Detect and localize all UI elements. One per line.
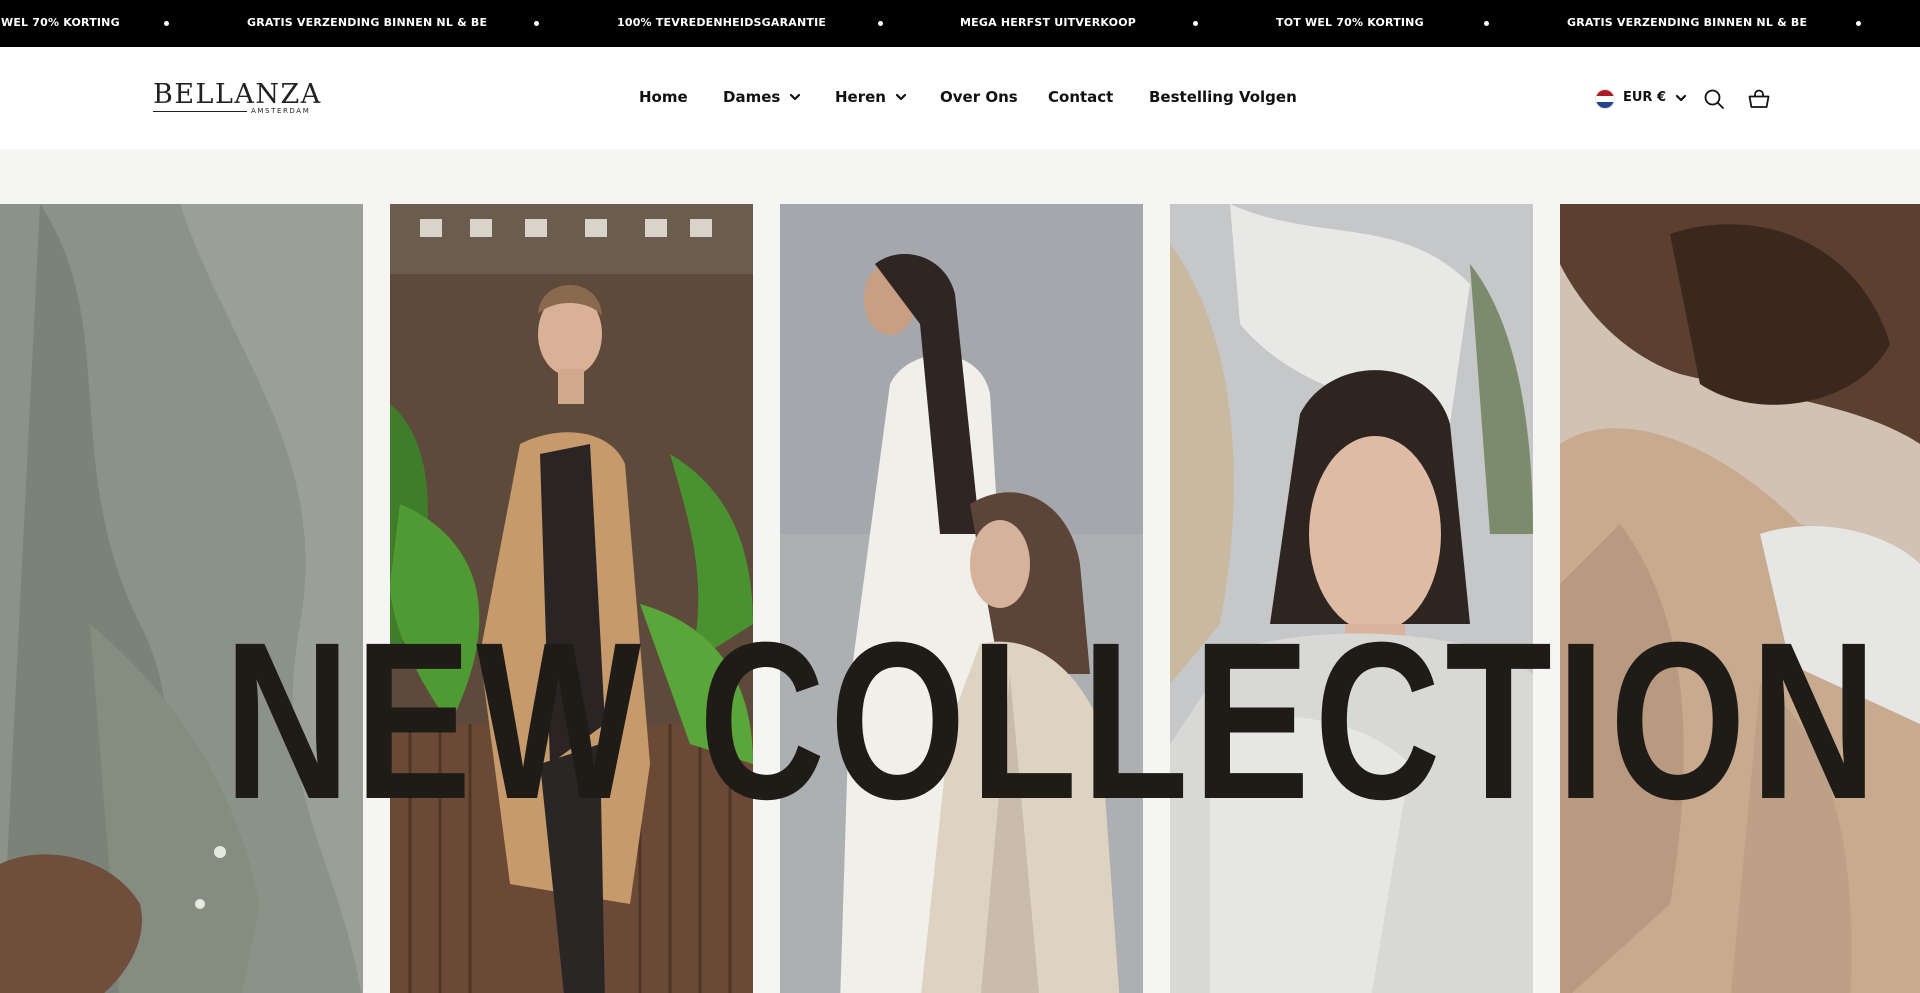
nav-item-over-ons[interactable]: Over Ons	[940, 88, 1018, 106]
nav-item-home[interactable]: Home	[639, 88, 688, 106]
nav-item-label: Contact	[1048, 88, 1114, 106]
cart-icon[interactable]	[1747, 87, 1771, 111]
announcement-separator	[1193, 21, 1198, 26]
logo-wordmark: BELLANZA	[153, 79, 322, 110]
logo-rule	[153, 111, 247, 112]
search-icon[interactable]	[1702, 87, 1726, 111]
nav-item-bestelling-volgen[interactable]: Bestelling Volgen	[1149, 88, 1297, 106]
currency-selector[interactable]: EUR €	[1623, 90, 1687, 105]
announcement-track: TOT WEL 70% KORTING GRATIS VERZENDING BI…	[0, 0, 1920, 47]
announcement-message: GRATIS VERZENDING BINNEN NL & BE	[1567, 16, 1808, 29]
announcement-separator	[878, 21, 883, 26]
nav-item-label: Bestelling Volgen	[1149, 88, 1297, 106]
site-header: BELLANZA AMSTERDAM Home Dames Heren Over…	[0, 47, 1920, 149]
announcement-bar: TOT WEL 70% KORTING GRATIS VERZENDING BI…	[0, 0, 1920, 47]
announcement-message: TOT WEL 70% KORTING	[1276, 16, 1424, 29]
netherlands-flag-icon[interactable]	[1595, 89, 1615, 109]
nav-item-label: Over Ons	[940, 88, 1018, 106]
chevron-down-icon	[1675, 94, 1687, 101]
logo-tagline: AMSTERDAM	[251, 107, 311, 115]
hero-title: NEW COLLECTION	[224, 596, 1882, 846]
nav-item-dames[interactable]: Dames	[723, 88, 801, 106]
announcement-message: MEGA HERFST UITVERKOOP	[960, 16, 1137, 29]
announcement-message: TOT WEL 70% KORTING	[0, 16, 120, 29]
nav-item-label: Home	[639, 88, 688, 106]
hero-banner[interactable]: NEW COLLECTION	[0, 149, 1920, 993]
nav-item-heren[interactable]: Heren	[835, 88, 907, 106]
currency-label: EUR €	[1623, 90, 1667, 105]
announcement-separator	[534, 21, 539, 26]
announcement-separator	[1856, 21, 1861, 26]
nav-item-label: Dames	[723, 88, 781, 106]
nav-item-label: Heren	[835, 88, 886, 106]
chevron-down-icon	[790, 93, 801, 101]
chevron-down-icon	[895, 93, 907, 101]
announcement-message: GRATIS VERZENDING BINNEN NL & BE	[247, 16, 488, 29]
nav-item-contact[interactable]: Contact	[1048, 88, 1113, 106]
brand-logo[interactable]: BELLANZA AMSTERDAM	[153, 81, 320, 117]
announcement-separator	[1484, 21, 1489, 26]
announcement-message: 100% TEVREDENHEIDSGARANTIE	[617, 16, 827, 29]
announcement-separator	[164, 21, 169, 26]
